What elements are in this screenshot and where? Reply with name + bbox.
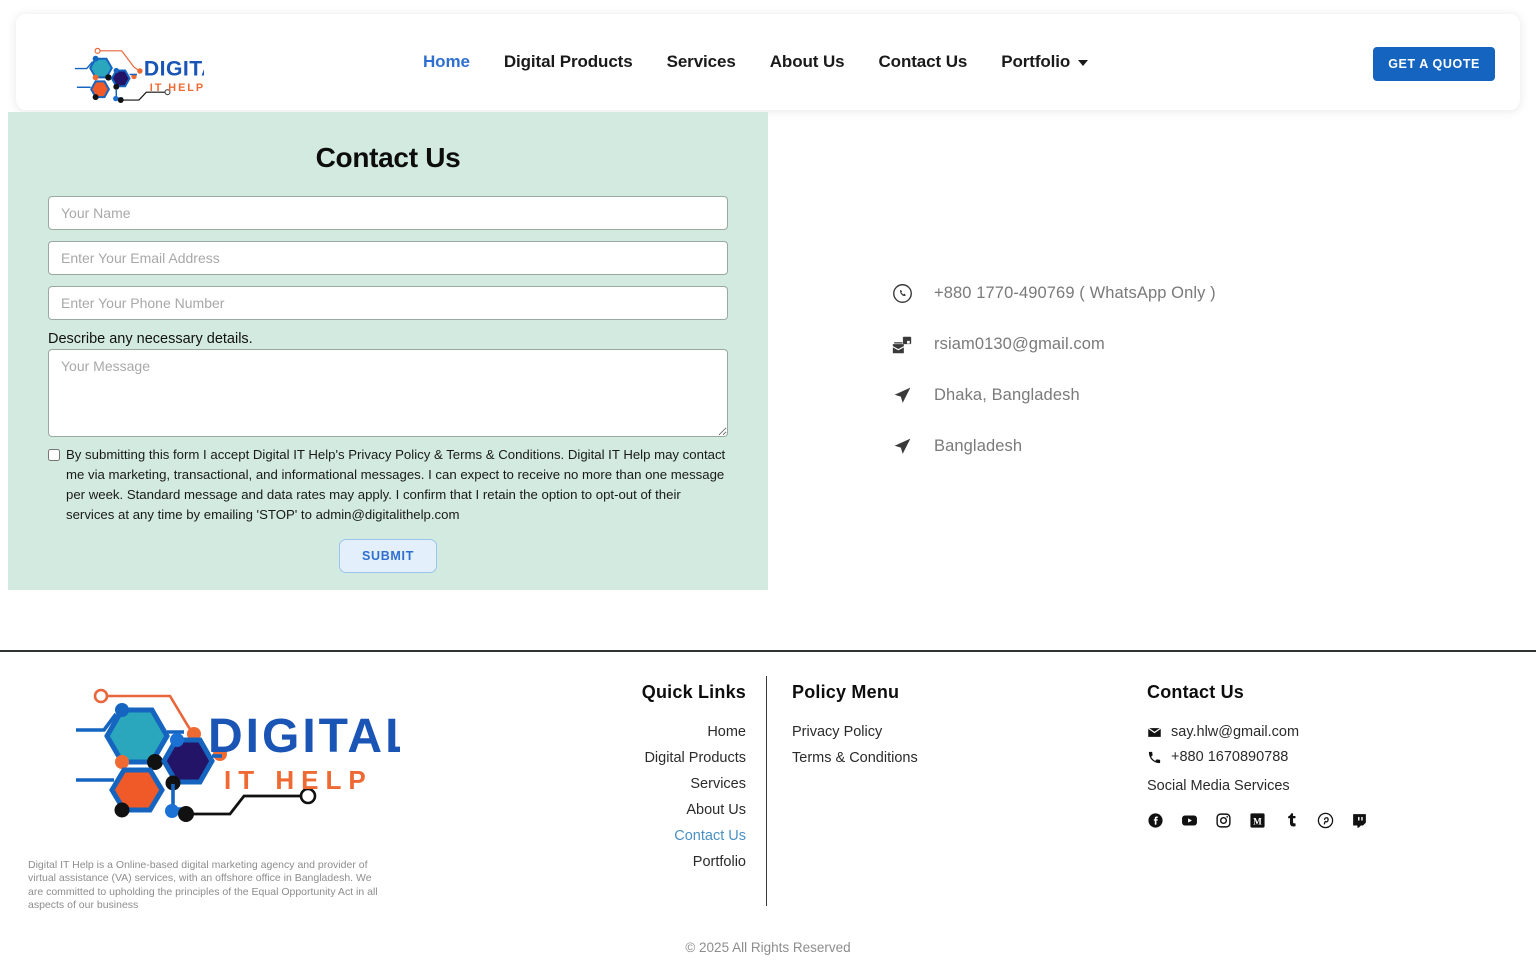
- footer-quick-links-column: Quick Links Home Digital Products Servic…: [600, 682, 746, 880]
- site-header: DIGITAL IT HELP Home Digital Products Se…: [16, 14, 1520, 110]
- consent-row: By submitting this form I accept Digital…: [8, 445, 768, 525]
- footer-link-terms-conditions[interactable]: Terms & Conditions: [792, 750, 1052, 766]
- twitch-icon[interactable]: [1351, 812, 1368, 829]
- contact-info-list: +880 1770-490769 ( WhatsApp Only ) rsiam…: [890, 268, 1410, 472]
- facebook-icon[interactable]: [1147, 812, 1164, 829]
- social-media-links: M: [1147, 812, 1467, 829]
- footer-contact-heading: Contact Us: [1147, 682, 1245, 702]
- contact-form-panel: Contact Us Describe any necessary detail…: [8, 112, 768, 590]
- nav-label: Portfolio: [1001, 52, 1071, 71]
- instagram-icon[interactable]: [1215, 812, 1232, 829]
- footer-link-contact-us[interactable]: Contact Us: [600, 828, 746, 844]
- nav-label: Contact Us: [878, 52, 968, 71]
- tumblr-icon[interactable]: [1283, 812, 1300, 829]
- svg-text:DIGITAL: DIGITAL: [208, 710, 400, 763]
- youtube-icon[interactable]: [1181, 812, 1198, 829]
- nav-item-home[interactable]: Home: [406, 52, 487, 72]
- nav-item-digital-products[interactable]: Digital Products: [487, 52, 650, 72]
- nav-item-portfolio[interactable]: Portfolio: [984, 52, 1105, 72]
- nav-label: Services: [666, 52, 736, 71]
- nav-item-about-us[interactable]: About Us: [753, 52, 862, 72]
- whatsapp-icon: [890, 282, 914, 306]
- svg-text:IT HELP: IT HELP: [224, 765, 373, 795]
- site-footer: DIGITAL IT HELP Digital IT Help is a Onl…: [0, 652, 1536, 980]
- footer-contact-phone-row[interactable]: +880 1670890788: [1147, 749, 1467, 765]
- footer-policy-menu-column: Policy Menu Privacy Policy Terms & Condi…: [792, 682, 1052, 776]
- digital-it-help-logo-icon: DIGITAL IT HELP: [76, 688, 414, 822]
- footer-contact-phone: +880 1670890788: [1171, 749, 1289, 765]
- footer-link-services[interactable]: Services: [600, 776, 746, 792]
- medium-icon[interactable]: M: [1249, 812, 1266, 829]
- footer-logo[interactable]: DIGITAL IT HELP: [60, 684, 414, 834]
- digital-it-help-logo-icon: DIGITAL IT HELP: [74, 47, 230, 104]
- footer-description: Digital IT Help is a Online-based digita…: [28, 858, 378, 912]
- chevron-down-icon: [1078, 60, 1089, 66]
- primary-navigation: Home Digital Products Services About Us …: [406, 14, 1105, 110]
- nav-item-services[interactable]: Services: [650, 52, 753, 72]
- quick-links-heading: Quick Links: [641, 682, 746, 702]
- envelope-icon: [1147, 725, 1162, 740]
- footer-column-divider: [766, 676, 767, 906]
- contact-form-title: Contact Us: [315, 142, 461, 173]
- phone-input[interactable]: [48, 286, 728, 320]
- contact-info-text: rsiam0130@gmail.com: [934, 335, 1105, 353]
- nav-label: About Us: [769, 52, 845, 71]
- social-media-services-label: Social Media Services: [1147, 778, 1290, 794]
- footer-contact-email-row[interactable]: say.hlw@gmail.com: [1147, 724, 1467, 740]
- footer-link-privacy-policy[interactable]: Privacy Policy: [792, 724, 1052, 740]
- nav-label: Home: [423, 52, 470, 71]
- nav-label: Digital Products: [503, 52, 633, 71]
- svg-text:IT HELP: IT HELP: [150, 82, 204, 94]
- svg-text:M: M: [1253, 816, 1262, 826]
- phone-icon: [1147, 750, 1162, 765]
- pinterest-icon[interactable]: [1317, 812, 1334, 829]
- consent-checkbox[interactable]: [48, 449, 60, 461]
- name-input[interactable]: [48, 196, 728, 230]
- svg-text:DIGITAL: DIGITAL: [144, 57, 204, 80]
- policy-menu-heading: Policy Menu: [792, 682, 900, 702]
- mail-inbox-icon: [890, 333, 914, 357]
- footer-link-portfolio[interactable]: Portfolio: [600, 854, 746, 870]
- message-textarea[interactable]: [48, 349, 728, 437]
- contact-info-text: +880 1770-490769 ( WhatsApp Only ): [934, 284, 1216, 302]
- get-a-quote-button[interactable]: GET A QUOTE: [1373, 47, 1495, 81]
- contact-form-fields: Describe any necessary details.: [8, 196, 768, 437]
- footer-contact-column: Contact Us say.hlw@gmail.com +880 167089…: [1147, 682, 1467, 829]
- footer-link-home[interactable]: Home: [600, 724, 746, 740]
- submit-button[interactable]: SUBMIT: [338, 539, 438, 573]
- contact-info-text: Bangladesh: [934, 437, 1023, 455]
- site-logo[interactable]: DIGITAL IT HELP: [64, 40, 230, 104]
- submit-row: SUBMIT: [8, 539, 768, 573]
- consent-text: By submitting this form I accept Digital…: [66, 447, 726, 522]
- nav-item-contact-us[interactable]: Contact Us: [862, 52, 985, 72]
- location-arrow-icon: [890, 384, 914, 408]
- details-label: Describe any necessary details.: [48, 331, 253, 347]
- contact-info-item-city[interactable]: Dhaka, Bangladesh: [890, 370, 1410, 421]
- contact-info-item-whatsapp[interactable]: +880 1770-490769 ( WhatsApp Only ): [890, 268, 1410, 319]
- email-input[interactable]: [48, 241, 728, 275]
- location-arrow-icon: [890, 435, 914, 459]
- footer-link-digital-products[interactable]: Digital Products: [600, 750, 746, 766]
- footer-contact-email: say.hlw@gmail.com: [1171, 724, 1300, 740]
- footer-link-about-us[interactable]: About Us: [600, 802, 746, 818]
- contact-info-item-country[interactable]: Bangladesh: [890, 421, 1410, 472]
- contact-info-text: Dhaka, Bangladesh: [934, 386, 1080, 404]
- copyright-text: © 2025 All Rights Reserved: [685, 940, 851, 955]
- contact-info-item-email[interactable]: rsiam0130@gmail.com: [890, 319, 1410, 370]
